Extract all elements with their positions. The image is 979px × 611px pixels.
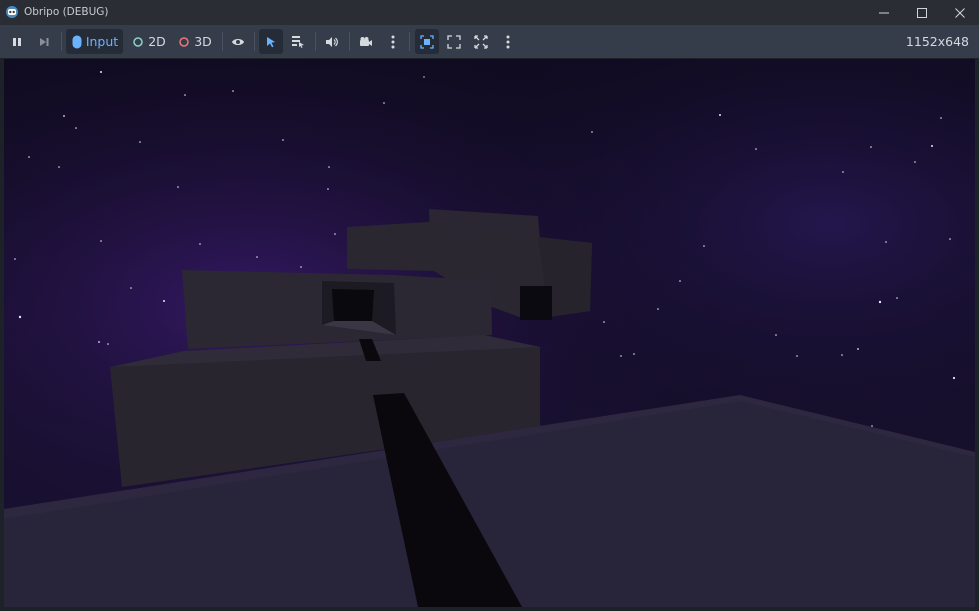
close-button[interactable] xyxy=(941,0,979,25)
input-mode-label: Input xyxy=(85,34,119,49)
toolbar-separator xyxy=(222,32,223,51)
input-mode-button[interactable]: Input xyxy=(66,29,123,54)
camera-options-button[interactable] xyxy=(383,29,403,54)
embed-window-button[interactable] xyxy=(415,29,439,54)
mid-window xyxy=(332,289,374,321)
window-title: Obripo (DEBUG) xyxy=(24,6,109,18)
fullscreen-button[interactable] xyxy=(470,29,492,54)
minimize-button[interactable] xyxy=(865,0,903,25)
more-vertical-icon xyxy=(391,35,395,48)
window-options-button[interactable] xyxy=(498,29,518,54)
mode-2d-label: 2D xyxy=(148,34,166,49)
camera-icon xyxy=(360,36,372,46)
toolbar-separator xyxy=(315,32,316,51)
game-scene xyxy=(4,59,975,607)
audio-button[interactable] xyxy=(321,29,343,54)
fullscreen-icon xyxy=(474,34,488,49)
visibility-eye-icon xyxy=(232,38,244,45)
pause-icon xyxy=(13,37,21,46)
next-frame-icon xyxy=(40,37,49,46)
circle-2d-icon xyxy=(133,36,143,47)
viewport-resolution: 1152x648 xyxy=(905,34,969,49)
game-viewport[interactable] xyxy=(4,59,975,607)
mode-2d-button[interactable]: 2D xyxy=(129,29,169,54)
maximize-icon xyxy=(917,7,927,18)
input-icon xyxy=(72,34,82,49)
list-select-button[interactable] xyxy=(287,29,309,54)
more-vertical-icon xyxy=(506,35,510,48)
title-bar: Obripo (DEBUG) xyxy=(0,0,979,25)
toolbar-separator xyxy=(254,32,255,51)
pause-button[interactable] xyxy=(6,29,28,54)
expand-icon xyxy=(447,34,461,49)
maximize-button[interactable] xyxy=(903,0,941,25)
godot-app-icon xyxy=(6,6,18,18)
mode-3d-label: 3D xyxy=(194,34,212,49)
toolbar-separator xyxy=(61,32,62,51)
mode-3d-button[interactable]: 3D xyxy=(174,29,216,54)
visibility-button[interactable] xyxy=(227,29,249,54)
list-select-icon xyxy=(292,36,304,48)
embed-window-icon xyxy=(420,34,434,49)
minimize-icon xyxy=(879,12,889,13)
expand-button[interactable] xyxy=(443,29,465,54)
speaker-icon xyxy=(326,36,338,47)
back-window xyxy=(520,286,552,320)
toolbar-separator xyxy=(349,32,350,51)
next-frame-button[interactable] xyxy=(33,29,55,54)
toolbar-separator xyxy=(409,32,410,51)
game-toolbar: Input 2D 3D 1152x648 xyxy=(0,25,979,58)
camera-button[interactable] xyxy=(355,29,377,54)
close-icon xyxy=(955,7,965,18)
select-arrow-icon xyxy=(267,36,275,47)
select-tool-button[interactable] xyxy=(259,29,283,54)
circle-3d-icon xyxy=(179,36,189,47)
